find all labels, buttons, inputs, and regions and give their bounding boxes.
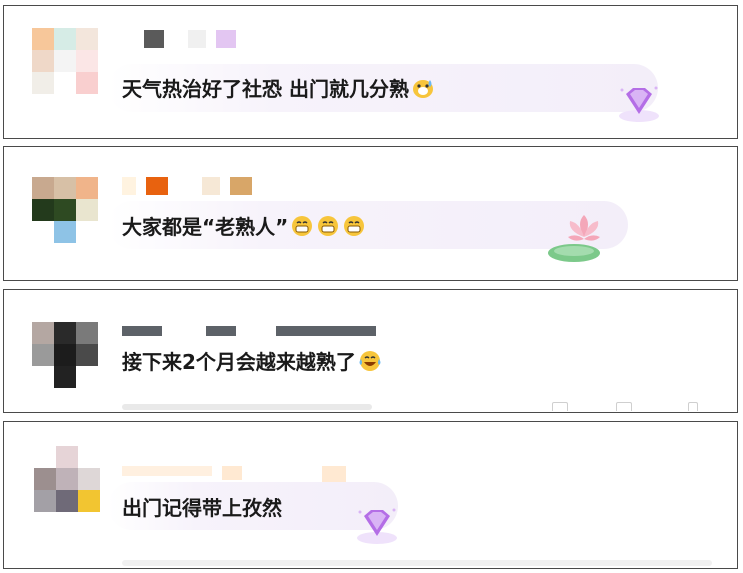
username-blurred[interactable] bbox=[144, 30, 236, 48]
comment-card[interactable]: 出门记得带上孜然 bbox=[3, 421, 738, 569]
diamond-badge-icon bbox=[619, 86, 659, 122]
like-icon[interactable] bbox=[688, 402, 698, 411]
comment-text: 天气热治好了社恐 出门就几分熟 bbox=[122, 77, 435, 104]
comment-meta-blurred bbox=[122, 560, 712, 566]
comment-card[interactable]: 天气热治好了社恐 出门就几分熟 bbox=[3, 5, 738, 139]
face-with-sweat-emoji bbox=[411, 77, 435, 104]
username-blurred[interactable] bbox=[122, 177, 252, 195]
comment-text: 出门记得带上孜然 bbox=[122, 496, 282, 520]
username-blurred[interactable] bbox=[122, 326, 376, 336]
comment-text: 接下来2个月会越来越熟了 bbox=[122, 350, 382, 377]
grinning-face-emoji bbox=[342, 215, 366, 242]
comment-meta-blurred bbox=[122, 404, 372, 410]
laughing-tears-emoji bbox=[358, 350, 382, 377]
comment-card[interactable]: 大家都是“老熟人” bbox=[3, 146, 738, 281]
comment-text-content: 接下来2个月会越来越熟了 bbox=[122, 350, 356, 374]
avatar[interactable] bbox=[34, 446, 100, 512]
comment-text-content: 出门记得带上孜然 bbox=[122, 496, 282, 520]
avatar[interactable] bbox=[32, 322, 98, 388]
avatar[interactable] bbox=[32, 28, 98, 94]
comment-icon[interactable] bbox=[616, 402, 632, 411]
diamond-badge-icon bbox=[357, 508, 397, 544]
grinning-face-emoji bbox=[290, 215, 314, 242]
comment-text-content: 天气热治好了社恐 出门就几分熟 bbox=[122, 77, 409, 101]
comment-screenshot: 天气热治好了社恐 出门就几分熟 大家都是“老熟人” 接下来2个月会越来越熟了 出… bbox=[0, 0, 743, 573]
lotus-badge-icon bbox=[548, 215, 600, 262]
comment-text: 大家都是“老熟人” bbox=[122, 215, 366, 242]
grinning-face-emoji bbox=[316, 215, 340, 242]
avatar[interactable] bbox=[32, 177, 98, 243]
comment-card[interactable]: 接下来2个月会越来越熟了 bbox=[3, 289, 738, 413]
share-icon[interactable] bbox=[552, 402, 568, 411]
comment-text-content: 大家都是“老熟人” bbox=[122, 215, 289, 239]
